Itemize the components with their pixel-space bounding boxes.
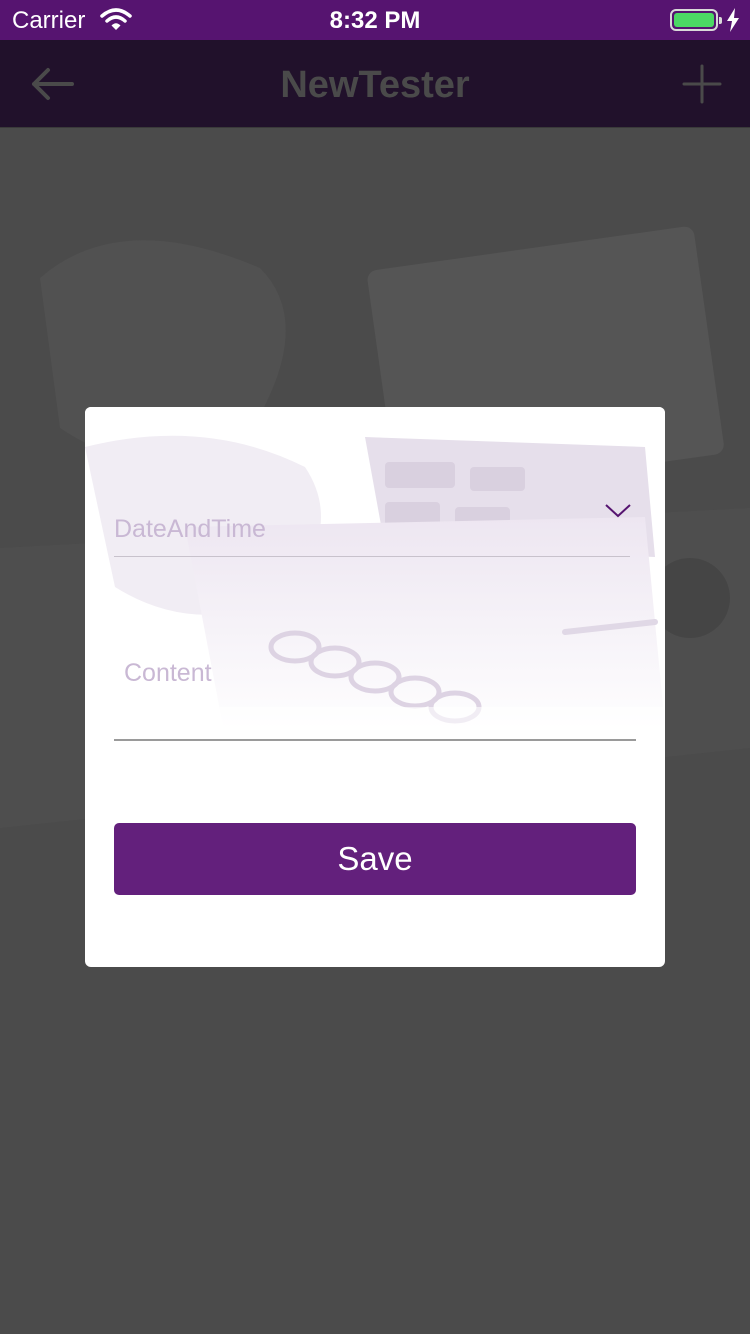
chevron-down-icon[interactable]	[604, 501, 632, 521]
content-placeholder: Content	[124, 659, 212, 687]
content-field[interactable]: Content	[114, 647, 636, 741]
date-time-placeholder: DateAndTime	[114, 515, 266, 543]
date-time-field[interactable]: DateAndTime	[114, 504, 631, 557]
status-bar: Carrier 8:32 PM	[0, 0, 750, 40]
page-title: NewTester	[280, 64, 470, 106]
nav-bar: NewTester	[0, 40, 750, 128]
battery-icon	[670, 9, 722, 31]
plus-icon[interactable]	[680, 62, 724, 106]
save-button[interactable]: Save	[114, 823, 636, 895]
add-entry-dialog: DateAndTime Content Save	[85, 407, 665, 967]
charging-bolt-icon	[726, 8, 740, 37]
status-time: 8:32 PM	[329, 7, 421, 34]
